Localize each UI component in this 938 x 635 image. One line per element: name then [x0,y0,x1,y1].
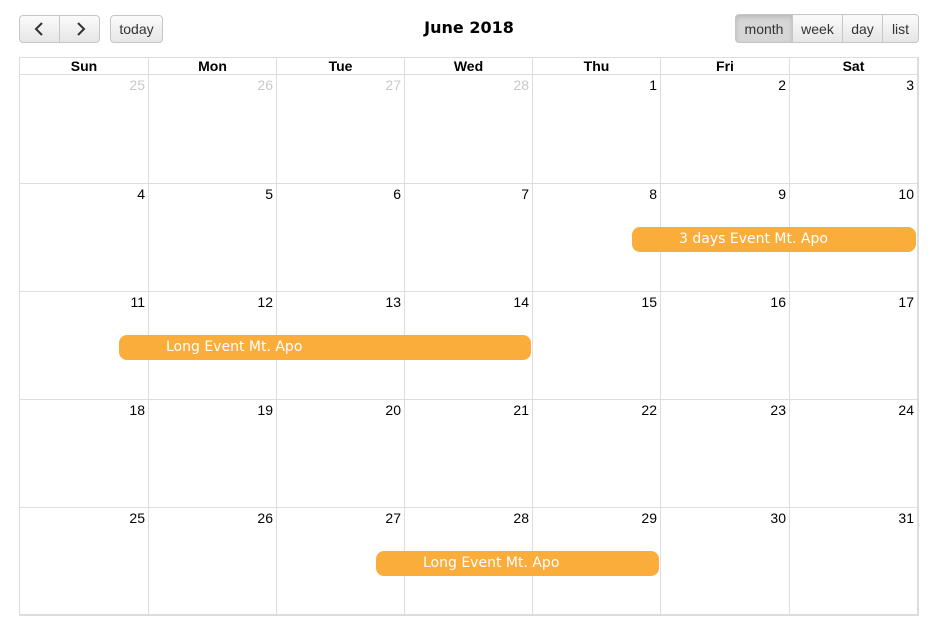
day-number[interactable]: 22 [641,402,657,418]
weekday-header-sat: Sat [790,58,918,75]
view-day-button[interactable]: day [842,14,883,43]
day-cell[interactable]: 1 [533,75,661,184]
month-grid: Sun Mon Tue Wed Thu Fri Sat 25 26 27 28 1 2 3 4 5 6 7 8 9 10… [19,57,919,616]
weekday-header-tue: Tue [277,58,405,75]
day-number[interactable]: 11 [130,294,145,310]
day-cell[interactable]: 25 [20,75,149,184]
day-cell[interactable]: 4 [20,184,149,292]
day-number[interactable]: 24 [898,402,914,418]
day-cell[interactable]: 22 [533,400,661,508]
day-cell[interactable]: 18 [20,400,149,508]
day-number[interactable]: 8 [649,186,657,202]
day-number[interactable]: 25 [129,510,145,526]
day-number[interactable]: 1 [649,77,657,93]
weekday-header-sun: Sun [20,58,149,75]
calendar-event[interactable]: 3 days Event Mt. Apo [632,227,916,252]
day-number[interactable]: 16 [770,294,786,310]
day-cell[interactable]: 20 [277,400,405,508]
day-number[interactable]: 12 [257,294,273,310]
day-cell[interactable]: 31 [790,508,918,615]
day-cell[interactable]: 24 [790,400,918,508]
day-number[interactable]: 26 [257,77,273,93]
day-number[interactable]: 6 [393,186,401,202]
day-number[interactable]: 27 [385,77,401,93]
day-number[interactable]: 7 [521,186,529,202]
day-number[interactable]: 27 [385,510,401,526]
day-number[interactable]: 4 [137,186,145,202]
day-number[interactable]: 21 [513,402,529,418]
event-title: Long Event Mt. Apo [423,555,560,571]
day-cell[interactable]: 28 [405,75,533,184]
weekday-header-fri: Fri [661,58,790,75]
day-number[interactable]: 14 [513,294,529,310]
day-number[interactable]: 29 [641,510,657,526]
day-number[interactable]: 28 [513,77,529,93]
day-number[interactable]: 28 [513,510,529,526]
day-number[interactable]: 10 [898,186,914,202]
event-title: 3 days Event Mt. Apo [679,231,828,247]
day-cell[interactable]: 26 [149,75,277,184]
day-cell[interactable]: 16 [661,292,790,400]
day-number[interactable]: 15 [641,294,657,310]
day-number[interactable]: 18 [129,402,145,418]
calendar-event[interactable]: Long Event Mt. Apo [119,335,531,360]
calendar-event[interactable]: Long Event Mt. Apo [376,551,659,576]
day-cell[interactable]: 5 [149,184,277,292]
event-title: Long Event Mt. Apo [166,339,303,355]
day-cell[interactable]: 23 [661,400,790,508]
day-cell[interactable]: 21 [405,400,533,508]
day-number[interactable]: 2 [778,77,786,93]
day-cell[interactable]: 27 [277,75,405,184]
weekday-header-wed: Wed [405,58,533,75]
day-number[interactable]: 31 [898,510,914,526]
day-cell[interactable]: 30 [661,508,790,615]
day-cell[interactable]: 15 [533,292,661,400]
day-number[interactable]: 17 [898,294,914,310]
day-number[interactable]: 5 [265,186,273,202]
day-number[interactable]: 9 [778,186,786,202]
day-number[interactable]: 25 [129,77,145,93]
day-number[interactable]: 19 [257,402,273,418]
day-cell[interactable]: 17 [790,292,918,400]
day-cell[interactable]: 26 [149,508,277,615]
day-number[interactable]: 13 [385,294,401,310]
day-cell[interactable]: 6 [277,184,405,292]
day-cell[interactable]: 2 [661,75,790,184]
day-number[interactable]: 3 [906,77,914,93]
day-cell[interactable]: 7 [405,184,533,292]
day-cell[interactable]: 3 [790,75,918,184]
view-list-button[interactable]: list [882,14,919,43]
view-month-button[interactable]: month [735,14,793,43]
view-week-button[interactable]: week [792,14,843,43]
day-number[interactable]: 26 [257,510,273,526]
weekday-header-mon: Mon [149,58,277,75]
day-number[interactable]: 30 [770,510,786,526]
weekday-header-thu: Thu [533,58,661,75]
day-number[interactable]: 20 [385,402,401,418]
day-cell[interactable]: 25 [20,508,149,615]
day-cell[interactable]: 19 [149,400,277,508]
day-number[interactable]: 23 [770,402,786,418]
